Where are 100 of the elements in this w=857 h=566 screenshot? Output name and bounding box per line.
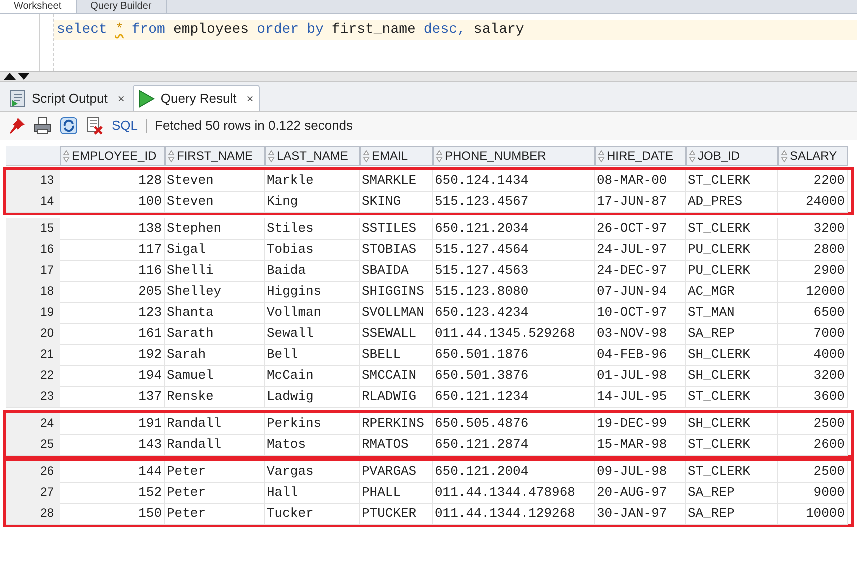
table-cell: AD_PRES [686,191,778,213]
table-cell: SBELL [360,344,433,366]
column-header[interactable]: LAST_NAME [265,146,360,166]
table-cell: Matos [265,434,360,456]
table-cell: PTUCKER [360,503,433,525]
table-cell: AC_MGR [686,281,778,303]
column-header[interactable]: EMPLOYEE_ID [60,146,165,166]
table-cell: Stephen [165,218,265,240]
printer-icon[interactable] [34,117,52,135]
table-cell: Sarath [165,323,265,345]
table-cell: Peter [165,503,265,525]
table-cell: Ladwig [265,386,360,408]
editor-tab[interactable]: Query Builder [76,0,167,13]
table-cell: RMATOS [360,434,433,456]
table-cell: 138 [60,218,165,240]
table-cell: 650.501.3876 [433,365,595,387]
table-cell: 10-OCT-97 [595,302,686,324]
editor-tab[interactable]: Worksheet [0,0,77,13]
sql-editor[interactable]: select * from employees order by first_name desc, salary [0,14,857,72]
table-cell: PVARGAS [360,461,433,483]
header-corner [6,146,60,166]
sort-icon [268,150,275,162]
table-cell: SSTILES [360,218,433,240]
table-cell: SSEWALL [360,323,433,345]
table-cell: 30-JAN-97 [595,503,686,525]
sort-icon [781,150,788,162]
table-cell: 2600 [778,434,848,456]
table-cell: Markle [265,170,360,192]
table-cell: 2800 [778,239,848,261]
table-cell: Shelley [165,281,265,303]
table-cell: 20-AUG-97 [595,482,686,504]
table-cell: 17-JUN-87 [595,191,686,213]
row-number: 27 [6,482,60,504]
table-cell: Tobias [265,239,360,261]
table-cell: Steven [165,191,265,213]
table-cell: 117 [60,239,165,261]
table-cell: 3600 [778,386,848,408]
table-cell: 194 [60,365,165,387]
result-tab[interactable]: Query Result × [132,85,260,111]
close-icon[interactable]: × [118,90,125,108]
script-document-icon [10,90,26,108]
row-number: 13 [6,170,60,192]
table-cell: PU_CLERK [686,239,778,261]
column-header[interactable]: HIRE_DATE [595,146,686,166]
column-header[interactable]: JOB_ID [686,146,778,166]
table-cell: ST_CLERK [686,170,778,192]
table-cell: SA_REP [686,503,778,525]
column-header[interactable]: FIRST_NAME [165,146,265,166]
table-cell: 515.127.4564 [433,239,595,261]
row-number: 16 [6,239,60,261]
row-number: 18 [6,281,60,303]
pin-icon[interactable] [8,117,26,135]
table-cell: RLADWIG [360,386,433,408]
table-cell: 515.123.4567 [433,191,595,213]
table-cell: 9000 [778,482,848,504]
row-number: 26 [6,461,60,483]
table-cell: SBAIDA [360,260,433,282]
table-cell: SH_CLERK [686,365,778,387]
column-header[interactable]: SALARY [778,146,848,166]
table-cell: ST_CLERK [686,386,778,408]
sort-icon [168,150,175,162]
column-header[interactable]: PHONE_NUMBER [433,146,595,166]
table-cell: Baida [265,260,360,282]
column-header[interactable]: EMAIL [360,146,433,166]
tab-label: Script Output [32,90,108,108]
table-cell: 650.505.4876 [433,413,595,435]
table-cell: 152 [60,482,165,504]
table-cell: Sewall [265,323,360,345]
table-cell: 123 [60,302,165,324]
row-number: 19 [6,302,60,324]
run-icon [138,90,155,108]
table-cell: SH_CLERK [686,344,778,366]
row-number: 21 [6,344,60,366]
table-cell: SHIGGINS [360,281,433,303]
table-cell: Samuel [165,365,265,387]
splitter-arrows-icon[interactable] [4,73,30,80]
result-tab[interactable]: Script Output × [4,85,131,111]
table-cell: 650.124.1434 [433,170,595,192]
table-cell: PHALL [360,482,433,504]
table-cell: 100 [60,191,165,213]
table-cell: 011.44.1345.529268 [433,323,595,345]
table-cell: Steven [165,170,265,192]
table-cell: 12000 [778,281,848,303]
table-cell: 4000 [778,344,848,366]
table-cell: Sigal [165,239,265,261]
refresh-icon[interactable] [60,117,78,135]
row-number: 24 [6,413,60,435]
table-cell: 2200 [778,170,848,192]
table-cell: King [265,191,360,213]
sql-link[interactable]: SQL [112,116,138,136]
table-cell: Tucker [265,503,360,525]
table-cell: 191 [60,413,165,435]
table-cell: Randall [165,434,265,456]
table-cell: 2500 [778,461,848,483]
document-delete-icon[interactable] [86,117,104,135]
table-cell: Sarah [165,344,265,366]
table-cell: 128 [60,170,165,192]
table-cell: 24-DEC-97 [595,260,686,282]
close-icon[interactable]: × [246,90,254,108]
table-cell: 04-FEB-96 [595,344,686,366]
